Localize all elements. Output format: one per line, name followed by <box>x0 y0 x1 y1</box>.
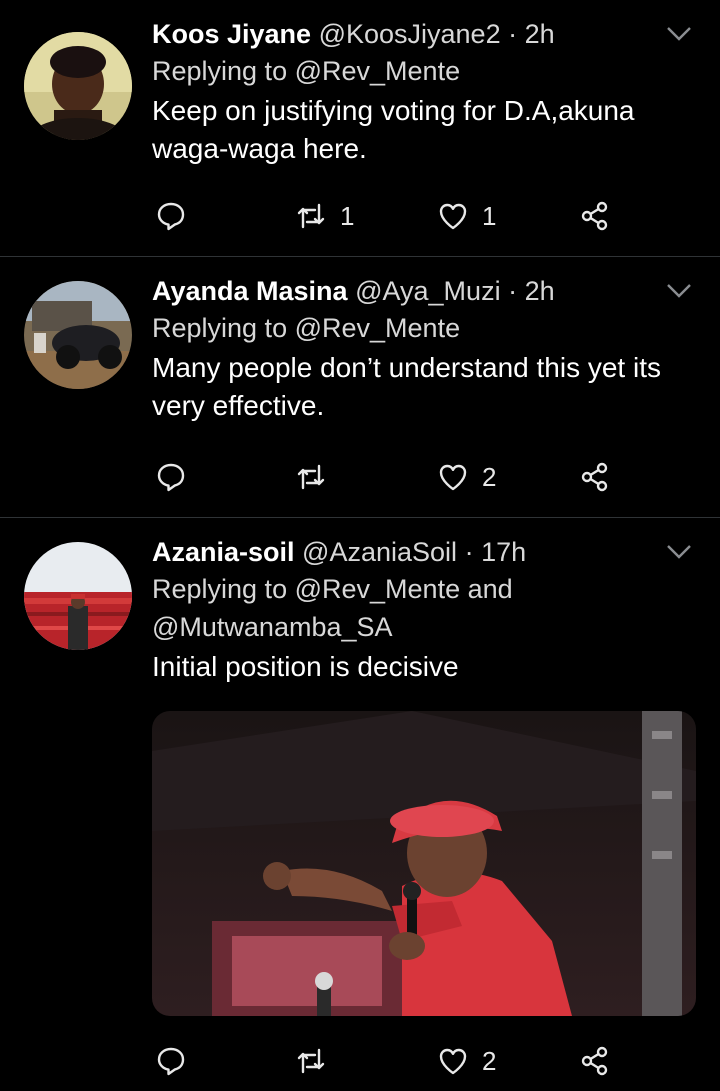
tweet-media-photo[interactable] <box>152 711 696 1016</box>
tweet-actions: 2 <box>156 457 616 497</box>
tweet-text: Initial position is decisive <box>152 648 692 686</box>
chevron-down-icon[interactable] <box>666 544 692 560</box>
display-name[interactable]: Ayanda Masina <box>152 276 348 306</box>
share-icon <box>581 201 608 231</box>
tweet[interactable]: Azania-soil @AzaniaSoil · 17h Replying t… <box>0 518 720 1091</box>
chevron-down-icon[interactable] <box>666 26 692 42</box>
reply-icon <box>157 202 185 231</box>
tweet-header: Ayanda Masina @Aya_Muzi · 2h <box>152 273 692 309</box>
tweet-content: Ayanda Masina @Aya_Muzi · 2h Replying to… <box>152 273 692 425</box>
retweet-button[interactable] <box>296 457 340 497</box>
display-name[interactable]: Azania-soil <box>152 537 295 567</box>
tweet-text-line: very effective. <box>152 390 325 421</box>
reply-button[interactable] <box>156 457 186 497</box>
tweet-header: Koos Jiyane @KoosJiyane2 · 2h <box>152 16 692 52</box>
share-icon <box>581 462 608 492</box>
tweet-text-line: Many people don’t understand this yet it… <box>152 352 661 383</box>
replying-and: and <box>467 574 513 604</box>
tweet-text: Keep on justifying voting for D.A,akuna … <box>152 92 692 168</box>
replying-prefix: Replying to <box>152 574 288 604</box>
replying-prefix: Replying to <box>152 56 288 86</box>
tweet-actions: 1 1 <box>156 196 616 236</box>
retweet-count: 1 <box>340 200 355 231</box>
share-icon <box>581 1046 608 1076</box>
separator-dot: · <box>508 19 518 49</box>
timestamp[interactable]: 2h <box>525 19 555 49</box>
like-button[interactable]: 1 <box>438 196 496 236</box>
retweet-icon <box>297 203 325 229</box>
tweet-header: Azania-soil @AzaniaSoil · 17h <box>152 534 692 570</box>
retweet-icon <box>297 464 325 490</box>
mention-link[interactable]: @Rev_Mente <box>295 574 460 604</box>
mention-link[interactable]: @Rev_Mente <box>295 313 460 343</box>
user-handle[interactable]: @AzaniaSoil <box>302 537 457 567</box>
tweet-text: Many people don’t understand this yet it… <box>152 349 692 425</box>
replying-to: Replying to @Rev_Mente <box>152 309 692 347</box>
tweet-text-line: Keep on justifying voting for D.A,akuna <box>152 95 635 126</box>
like-count: 2 <box>482 1045 497 1076</box>
replying-to: Replying to @Rev_Mente <box>152 52 692 90</box>
tweet-text-line: waga-waga here. <box>152 133 367 164</box>
separator-dot: · <box>508 276 518 306</box>
like-count: 2 <box>482 461 497 492</box>
mention-link[interactable]: @Mutwanamba_SA <box>152 612 393 642</box>
timestamp[interactable]: 2h <box>525 276 555 306</box>
mention-link[interactable]: @Rev_Mente <box>295 56 460 86</box>
replying-to: Replying to @Rev_Mente and @Mutwanamba_S… <box>152 570 692 646</box>
share-button[interactable] <box>580 1041 610 1081</box>
replying-prefix: Replying to <box>152 313 288 343</box>
reply-button[interactable] <box>156 196 186 236</box>
retweet-button[interactable]: 1 <box>296 196 354 236</box>
tweet[interactable]: Koos Jiyane @KoosJiyane2 · 2h Replying t… <box>0 0 720 257</box>
tweet-content: Azania-soil @AzaniaSoil · 17h Replying t… <box>152 534 692 686</box>
reply-icon <box>157 463 185 492</box>
reply-button[interactable] <box>156 1041 186 1081</box>
tweet-actions: 2 <box>156 1041 616 1081</box>
separator-dot: · <box>464 537 474 567</box>
avatar[interactable] <box>24 542 132 650</box>
retweet-button[interactable] <box>296 1041 340 1081</box>
avatar[interactable] <box>24 281 132 389</box>
user-handle[interactable]: @KoosJiyane2 <box>319 19 501 49</box>
like-icon <box>439 464 467 491</box>
reply-icon <box>157 1047 185 1076</box>
timestamp[interactable]: 17h <box>481 537 526 567</box>
like-button[interactable]: 2 <box>438 457 496 497</box>
like-button[interactable]: 2 <box>438 1041 496 1081</box>
display-name[interactable]: Koos Jiyane <box>152 19 311 49</box>
tweet[interactable]: Ayanda Masina @Aya_Muzi · 2h Replying to… <box>0 257 720 518</box>
share-button[interactable] <box>580 196 610 236</box>
user-handle[interactable]: @Aya_Muzi <box>355 276 500 306</box>
share-button[interactable] <box>580 457 610 497</box>
like-icon <box>439 1048 467 1075</box>
tweet-content: Koos Jiyane @KoosJiyane2 · 2h Replying t… <box>152 16 692 168</box>
like-count: 1 <box>482 200 497 231</box>
chevron-down-icon[interactable] <box>666 283 692 299</box>
like-icon <box>439 203 467 230</box>
tweet-text-line: Initial position is decisive <box>152 651 459 682</box>
avatar[interactable] <box>24 32 132 140</box>
retweet-icon <box>297 1048 325 1074</box>
